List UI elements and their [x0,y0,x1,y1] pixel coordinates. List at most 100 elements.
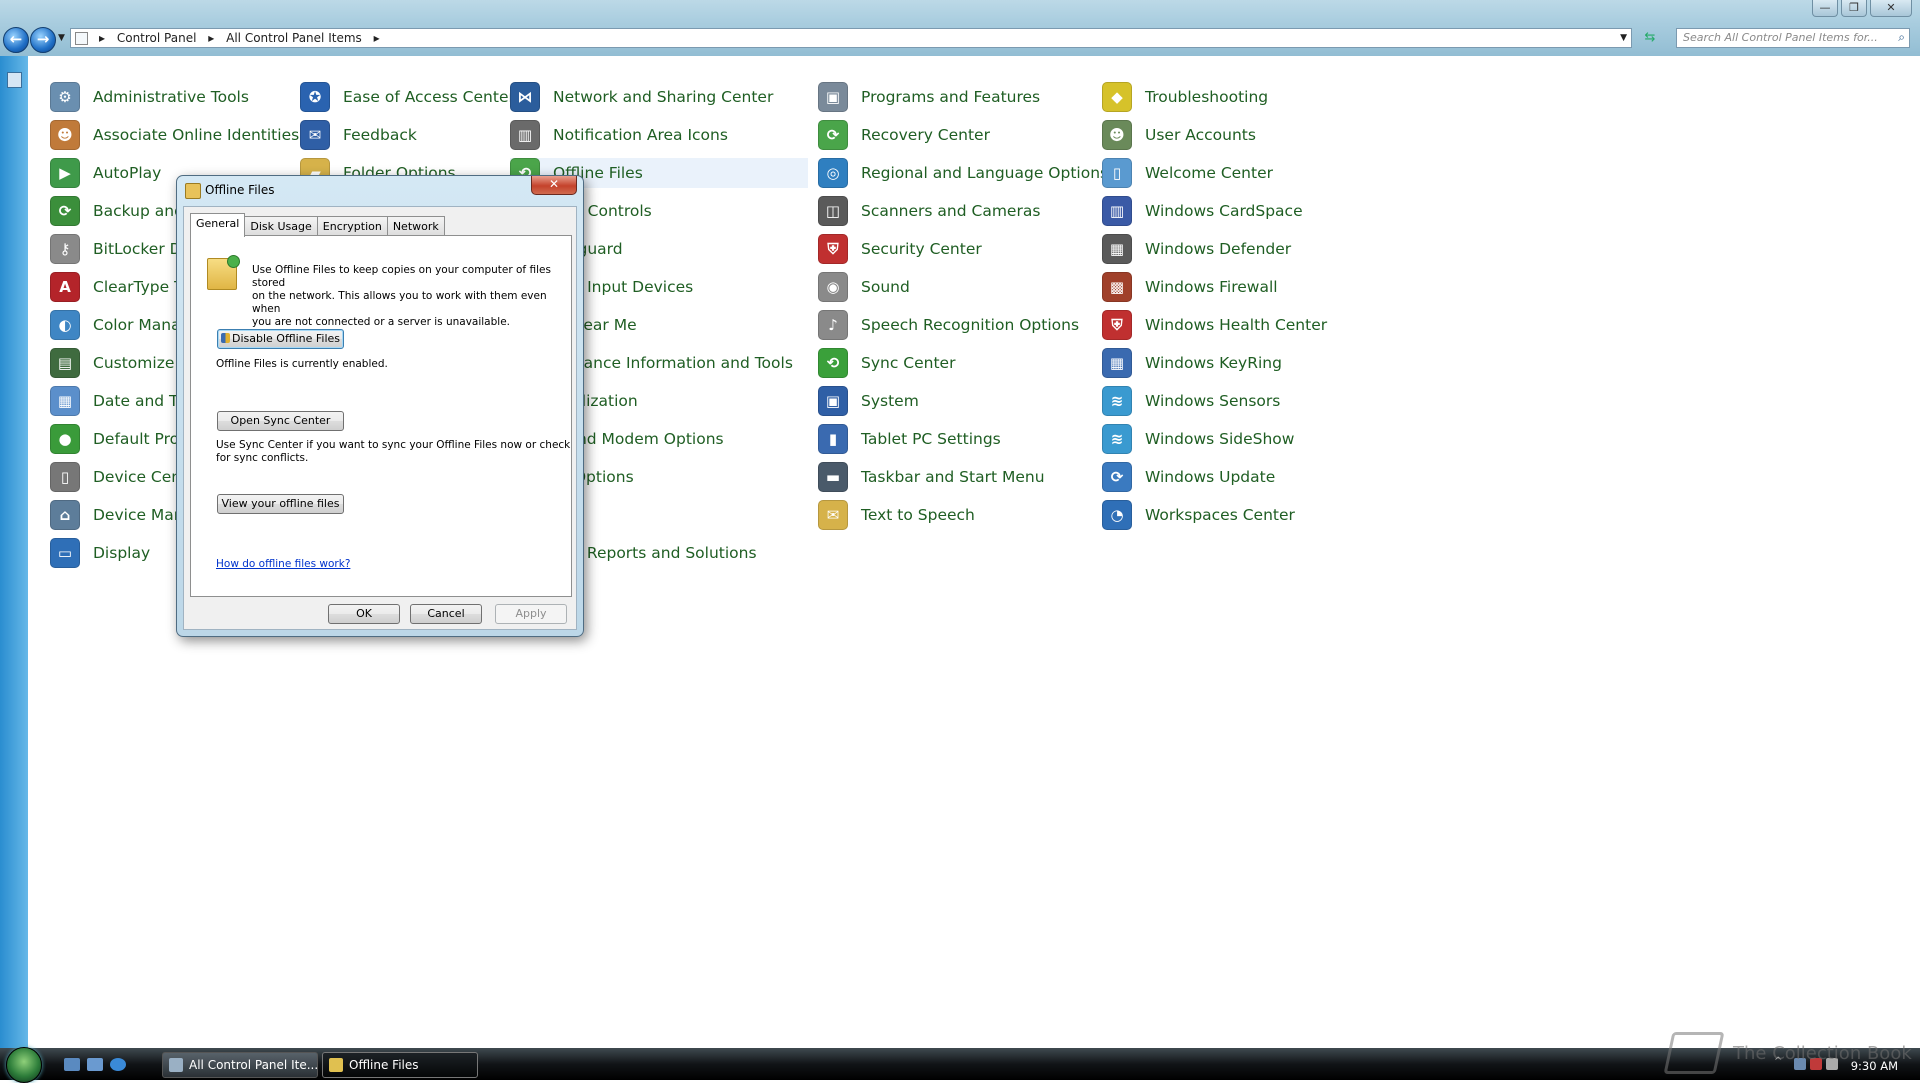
control-panel-item-associate-online-identities[interactable]: ☻ Associate Online Identities [50,120,299,150]
control-panel-item-troubleshooting[interactable]: ◆ Troubleshooting [1102,82,1268,112]
color-management-icon: ◐ [50,310,80,340]
open-sync-center-button[interactable]: Open Sync Center [217,411,344,431]
cleartype-icon: A [50,272,80,302]
ok-button[interactable]: OK [328,604,400,624]
item-label: Sync Center [861,354,956,372]
network-icon[interactable] [1794,1058,1806,1070]
control-panel-icon [169,1058,183,1072]
control-panel-item-network-sharing[interactable]: ⋈ Network and Sharing Center [510,82,773,112]
control-panel-item-notification-area[interactable]: ▥ Notification Area Icons [510,120,728,150]
taskbar-start-icon: ▬ [818,462,848,492]
control-panel-item-speech-recognition[interactable]: ♪ Speech Recognition Options [818,310,1079,340]
control-panel-item-taskbar-start[interactable]: ▬ Taskbar and Start Menu [818,462,1045,492]
help-link[interactable]: How do offline files work? [216,558,350,570]
control-panel-item-device-manager[interactable]: ⌂ Device Man [50,500,184,530]
control-panel-item-regional-language[interactable]: ◎ Regional and Language Options [818,158,1108,188]
tab-general[interactable]: General [190,213,246,237]
offline-files-icon [329,1058,343,1072]
device-manager-icon: ⌂ [50,500,80,530]
control-panel-item-welcome-center[interactable]: ▯ Welcome Center [1102,158,1273,188]
control-panel-item-scanners-cameras[interactable]: ◫ Scanners and Cameras [818,196,1040,226]
tab-encryption[interactable]: Encryption [316,216,388,236]
control-panel-item-security-center[interactable]: ⛨ Security Center [818,234,982,264]
view-offline-files-button[interactable]: View your offline files [217,494,344,514]
task-label: All Control Panel Ite... [189,1058,318,1072]
item-label: Default Prog [93,430,189,448]
control-panel-item-device-center[interactable]: ▯ Device Cent [50,462,187,492]
switch-windows-icon[interactable] [87,1058,103,1071]
tab-disk-usage[interactable]: Disk Usage [244,216,318,236]
control-panel-item-tablet-pc[interactable]: ▮ Tablet PC Settings [818,424,1001,454]
item-label: ormance Information and Tools [553,354,793,372]
control-panel-item-workspaces-center[interactable]: ◔ Workspaces Center [1102,500,1295,530]
dialog-body: General Disk Usage Encryption Network Us… [183,206,577,630]
control-panel-item-programs-and-features[interactable]: ▣ Programs and Features [818,82,1040,112]
item-label: Windows Update [1145,468,1276,486]
status-text: Offline Files is currently enabled. [216,358,388,370]
clock[interactable]: 9:30 AM [1851,1059,1898,1073]
item-label: Troubleshooting [1145,88,1269,106]
control-panel-item-ease-of-access[interactable]: ✪ Ease of Access Center [300,82,515,112]
tablet-pc-icon: ▮ [818,424,848,454]
security-alert-icon[interactable] [1810,1058,1822,1070]
item-label: Associate Online Identities [93,126,300,144]
item-label: Display [93,544,151,562]
chevron-up-icon[interactable]: ^ [1774,1056,1786,1068]
item-label: Device Cent [93,468,188,486]
control-panel-item-windows-firewall[interactable]: ▩ Windows Firewall [1102,272,1278,302]
control-panel-item-windows-cardspace[interactable]: ▥ Windows CardSpace [1102,196,1303,226]
apply-button[interactable]: Apply [495,604,567,624]
control-panel-item-windows-health-center[interactable]: ⛨ Windows Health Center [1102,310,1327,340]
control-panel-item-windows-keyring[interactable]: ▦ Windows KeyRing [1102,348,1282,378]
tab-network[interactable]: Network [386,216,445,236]
intro-line: Use Offline Files to keep copies on your… [252,264,551,289]
control-panel-item-feedback[interactable]: ✉ Feedback [300,120,417,150]
control-panel-item-windows-sensors[interactable]: ≋ Windows Sensors [1102,386,1280,416]
windows-keyring-icon: ▦ [1102,348,1132,378]
control-panel-item-recovery-center[interactable]: ⟳ Recovery Center [818,120,990,150]
control-panel-item-color-management[interactable]: ◐ Color Mana [50,310,181,340]
control-panel-item-default-programs[interactable]: ● Default Prog [50,424,189,454]
control-panel-item-windows-defender[interactable]: ▦ Windows Defender [1102,234,1291,264]
offline-files-dialog: Offline Files ✕ General Disk Usage Encry… [176,175,584,637]
volume-icon[interactable] [1826,1058,1838,1070]
control-panel-item-administrative-tools[interactable]: ⚙ Administrative Tools [50,82,249,112]
item-label: Text to Speech [861,506,975,524]
task-label: Offline Files [349,1058,419,1072]
dialog-title: Offline Files [205,183,275,197]
default-programs-icon: ● [50,424,80,454]
item-label: Recovery Center [861,126,990,144]
disable-button-label: Disable Offline Files [231,332,341,345]
windows-defender-icon: ▦ [1102,234,1132,264]
disable-offline-files-button[interactable]: Disable Offline Files [217,329,344,349]
item-label: Administrative Tools [93,88,249,106]
control-panel-item-user-accounts[interactable]: ☻ User Accounts [1102,120,1256,150]
cancel-button[interactable]: Cancel [410,604,482,624]
control-panel-item-bitlocker[interactable]: ⚷ BitLocker Dr [50,234,188,264]
control-panel-item-windows-sideshow[interactable]: ≋ Windows SideShow [1102,424,1294,454]
sound-icon: ◉ [818,272,848,302]
internet-explorer-icon[interactable] [110,1058,126,1071]
control-panel-item-autoplay[interactable]: ▶ AutoPlay [50,158,161,188]
start-button[interactable] [6,1047,42,1083]
item-label: Windows CardSpace [1145,202,1303,220]
show-desktop-icon[interactable] [64,1058,80,1071]
control-panel-item-customize[interactable]: ▤ Customize S [50,348,189,378]
control-panel-item-display[interactable]: ▭ Display [50,538,150,568]
taskbar-item-control-panel[interactable]: All Control Panel Ite... [162,1052,318,1078]
control-panel-item-text-to-speech[interactable]: ✉ Text to Speech [818,500,975,530]
taskbar-item-offline-files[interactable]: Offline Files [322,1052,478,1078]
control-panel-item-sound[interactable]: ◉ Sound [818,272,910,302]
control-panel-item-windows-update[interactable]: ⟳ Windows Update [1102,462,1275,492]
item-label: Regional and Language Options [861,164,1109,182]
control-panel-item-sync-center[interactable]: ⟲ Sync Center [818,348,955,378]
control-panel-item-date-and-time[interactable]: ▦ Date and Ti [50,386,182,416]
control-panel-item-cleartype[interactable]: A ClearType T [50,272,184,302]
device-center-icon: ▯ [50,462,80,492]
control-panel-item-system[interactable]: ▣ System [818,386,919,416]
user-accounts-icon: ☻ [1102,120,1132,150]
dialog-close-button[interactable]: ✕ [531,176,577,195]
item-label: Tablet PC Settings [861,430,1001,448]
item-label: Network and Sharing Center [553,88,774,106]
control-panel-item-backup[interactable]: ⟳ Backup and [50,196,184,226]
